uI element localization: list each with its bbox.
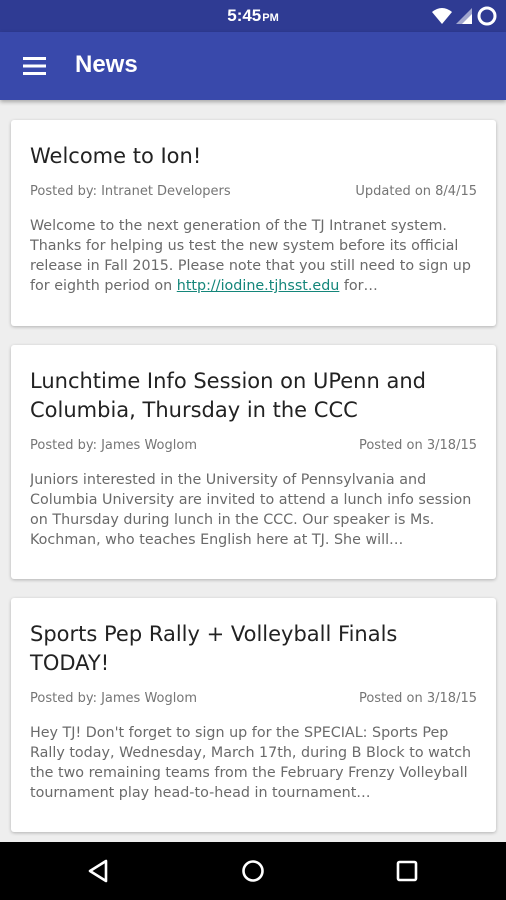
status-ampm: PM (262, 12, 279, 24)
news-card-date: Updated on 8/4/15 (355, 184, 477, 199)
recents-icon[interactable] (392, 856, 422, 886)
news-card-meta: Posted by: Intranet Developers Updated o… (30, 184, 477, 199)
news-card-date: Posted on 3/18/15 (358, 691, 477, 706)
news-card[interactable]: Lunchtime Info Session on UPenn and Colu… (11, 345, 496, 579)
news-card-title: Welcome to Ion! (30, 144, 202, 168)
news-card-meta: Posted by: James Woglom Posted on 3/18/1… (30, 438, 477, 453)
news-card[interactable]: Welcome to Ion! Posted by: Intranet Deve… (11, 120, 496, 326)
news-card-title: Sports Pep Rally + Volleyball Finals TOD… (30, 622, 398, 675)
news-card-body-text-end: for… (339, 278, 378, 294)
news-card-author: Posted by: James Woglom (30, 438, 197, 453)
news-feed[interactable]: Welcome to Ion! Posted by: Intranet Deve… (0, 100, 506, 842)
news-card-body: Juniors interested in the University of … (30, 472, 472, 548)
status-clock: 5:45 (227, 6, 262, 25)
news-card-link[interactable]: http://iodine.tjhsst.edu (177, 278, 340, 294)
news-card-author: Posted by: James Woglom (30, 691, 197, 706)
hamburger-menu-icon[interactable] (22, 54, 48, 78)
news-card-body: Welcome to the next generation of the TJ… (30, 216, 477, 296)
status-icons (432, 5, 498, 27)
app-bar: News (0, 32, 506, 100)
back-icon[interactable] (84, 856, 114, 886)
news-card-meta: Posted by: James Woglom Posted on 3/18/1… (30, 691, 477, 706)
news-card-author: Posted by: Intranet Developers (30, 184, 231, 199)
signal-icon (456, 8, 472, 24)
news-card[interactable]: Sports Pep Rally + Volleyball Finals TOD… (11, 598, 496, 832)
status-bar: 5:45PM (0, 0, 506, 32)
news-card-title: Lunchtime Info Session on UPenn and Colu… (30, 369, 426, 422)
status-time: 5:45PM (0, 6, 506, 26)
news-card-body: Hey TJ! Don't forget to sign up for the … (30, 725, 472, 801)
home-icon[interactable] (238, 856, 268, 886)
system-nav-bar (0, 842, 506, 900)
wifi-icon (432, 8, 452, 24)
news-card-date: Posted on 3/18/15 (358, 438, 477, 453)
page-title: News (75, 51, 138, 78)
battery-icon (477, 6, 497, 26)
